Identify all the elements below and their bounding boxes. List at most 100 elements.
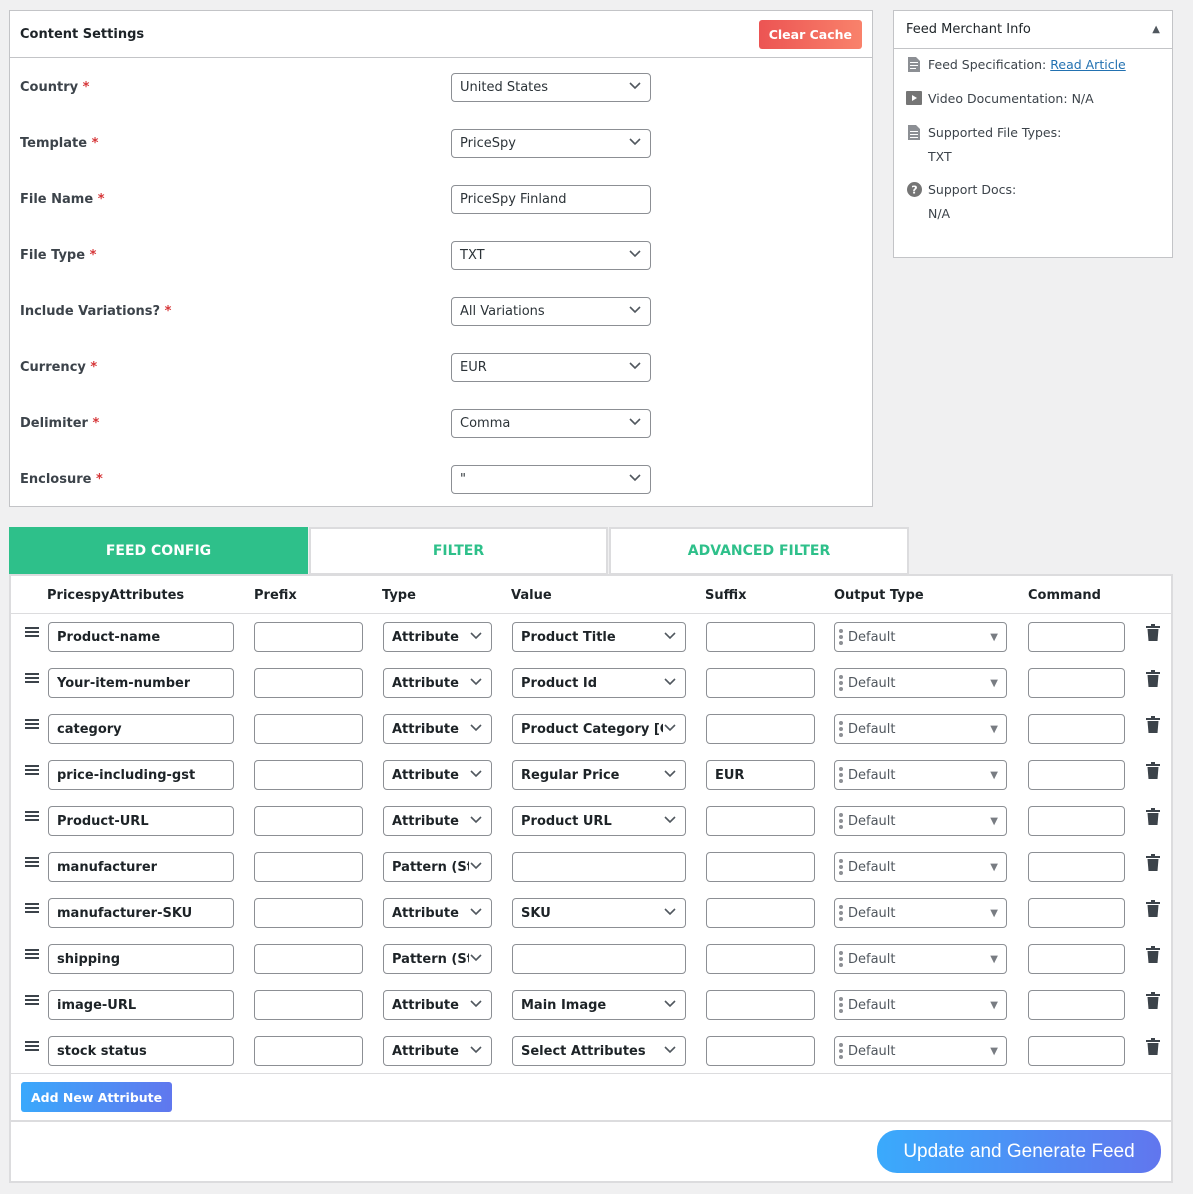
command-input[interactable] [1028, 898, 1125, 928]
prefix-input[interactable] [254, 714, 363, 744]
output-type-select[interactable]: Default ▼ [834, 806, 1007, 836]
value-select[interactable]: Product Category [Ca [512, 714, 686, 744]
trash-icon[interactable] [1146, 762, 1160, 779]
output-type-select[interactable]: Default ▼ [834, 714, 1007, 744]
drag-handle-icon[interactable] [25, 810, 39, 826]
trash-icon[interactable] [1146, 854, 1160, 871]
trash-icon[interactable] [1146, 1038, 1160, 1055]
clear-cache-button[interactable]: Clear Cache [758, 19, 862, 49]
trash-icon[interactable] [1146, 992, 1160, 1009]
type-select[interactable]: Attribute [383, 760, 492, 790]
suffix-input[interactable] [706, 714, 815, 744]
attribute-name-input[interactable]: Your-item-number [48, 668, 234, 698]
read-article-link[interactable]: Read Article [1050, 57, 1125, 72]
trash-icon[interactable] [1146, 624, 1160, 641]
collapse-arrow-icon[interactable]: ▲ [1152, 24, 1160, 35]
command-input[interactable] [1028, 714, 1125, 744]
output-type-select[interactable]: Default ▼ [834, 898, 1007, 928]
type-select[interactable]: Pattern (Sta [383, 944, 492, 974]
suffix-input[interactable] [706, 668, 815, 698]
value-input[interactable] [512, 852, 686, 882]
value-select[interactable]: Product Id [512, 668, 686, 698]
type-select[interactable]: Attribute [383, 668, 492, 698]
value-select[interactable]: Main Image [512, 990, 686, 1020]
tab-filter[interactable]: FILTER [309, 527, 608, 575]
prefix-input[interactable] [254, 760, 363, 790]
suffix-input[interactable] [706, 806, 815, 836]
setting-input[interactable]: PriceSpy Finland [451, 184, 651, 214]
drag-handle-icon[interactable] [25, 718, 39, 734]
drag-handle-icon[interactable] [25, 994, 39, 1010]
trash-icon[interactable] [1146, 670, 1160, 687]
prefix-input[interactable] [254, 852, 363, 882]
type-select[interactable]: Attribute [383, 806, 492, 836]
value-input[interactable] [512, 944, 686, 974]
prefix-input[interactable] [254, 898, 363, 928]
drag-handle-icon[interactable] [25, 902, 39, 918]
setting-select[interactable]: Comma [451, 408, 651, 438]
suffix-input[interactable] [706, 852, 815, 882]
value-select[interactable]: Product URL [512, 806, 686, 836]
value-select[interactable]: Regular Price [512, 760, 686, 790]
output-type-select[interactable]: Default ▼ [834, 1036, 1007, 1066]
trash-icon[interactable] [1146, 808, 1160, 825]
setting-select[interactable]: All Variations [451, 296, 651, 326]
type-select[interactable]: Attribute [383, 898, 492, 928]
prefix-input[interactable] [254, 806, 363, 836]
setting-select[interactable]: United States [451, 72, 651, 102]
setting-select[interactable]: TXT [451, 240, 651, 270]
command-input[interactable] [1028, 1036, 1125, 1066]
tab-advanced-filter[interactable]: ADVANCED FILTER [609, 527, 909, 575]
suffix-input[interactable] [706, 990, 815, 1020]
value-select[interactable]: Product Title [512, 622, 686, 652]
suffix-input[interactable]: EUR [706, 760, 815, 790]
attribute-name-input[interactable]: manufacturer-SKU [48, 898, 234, 928]
drag-handle-icon[interactable] [25, 856, 39, 872]
drag-handle-icon[interactable] [25, 672, 39, 688]
merchant-info-header[interactable]: Feed Merchant Info ▲ [894, 11, 1172, 49]
attribute-name-input[interactable]: image-URL [48, 990, 234, 1020]
tab-feed-config[interactable]: FEED CONFIG [9, 527, 308, 575]
prefix-input[interactable] [254, 1036, 363, 1066]
type-select[interactable]: Pattern (Sta [383, 852, 492, 882]
output-type-select[interactable]: Default ▼ [834, 760, 1007, 790]
drag-handle-icon[interactable] [25, 1040, 39, 1056]
type-select[interactable]: Attribute [383, 1036, 492, 1066]
command-input[interactable] [1028, 668, 1125, 698]
type-select[interactable]: Attribute [383, 622, 492, 652]
output-type-select[interactable]: Default ▼ [834, 622, 1007, 652]
command-input[interactable] [1028, 760, 1125, 790]
output-type-select[interactable]: Default ▼ [834, 990, 1007, 1020]
command-input[interactable] [1028, 622, 1125, 652]
attribute-name-input[interactable]: manufacturer [48, 852, 234, 882]
trash-icon[interactable] [1146, 946, 1160, 963]
command-input[interactable] [1028, 806, 1125, 836]
trash-icon[interactable] [1146, 900, 1160, 917]
update-and-generate-feed-button[interactable]: Update and Generate Feed [877, 1130, 1161, 1173]
output-type-select[interactable]: Default ▼ [834, 852, 1007, 882]
suffix-input[interactable] [706, 1036, 815, 1066]
drag-handle-icon[interactable] [25, 948, 39, 964]
output-type-select[interactable]: Default ▼ [834, 944, 1007, 974]
prefix-input[interactable] [254, 622, 363, 652]
value-select[interactable]: Select Attributes [512, 1036, 686, 1066]
command-input[interactable] [1028, 990, 1125, 1020]
attribute-name-input[interactable]: stock status [48, 1036, 234, 1066]
type-select[interactable]: Attribute [383, 714, 492, 744]
setting-select[interactable]: " [451, 464, 651, 494]
attribute-name-input[interactable]: Product-URL [48, 806, 234, 836]
add-new-attribute-button[interactable]: Add New Attribute [21, 1082, 173, 1112]
command-input[interactable] [1028, 852, 1125, 882]
value-select[interactable]: SKU [512, 898, 686, 928]
drag-handle-icon[interactable] [25, 764, 39, 780]
attribute-name-input[interactable]: category [48, 714, 234, 744]
suffix-input[interactable] [706, 944, 815, 974]
type-select[interactable]: Attribute [383, 990, 492, 1020]
output-type-select[interactable]: Default ▼ [834, 668, 1007, 698]
setting-select[interactable]: EUR [451, 352, 651, 382]
setting-select[interactable]: PriceSpy [451, 128, 651, 158]
attribute-name-input[interactable]: shipping [48, 944, 234, 974]
trash-icon[interactable] [1146, 716, 1160, 733]
drag-handle-icon[interactable] [25, 626, 39, 642]
prefix-input[interactable] [254, 944, 363, 974]
